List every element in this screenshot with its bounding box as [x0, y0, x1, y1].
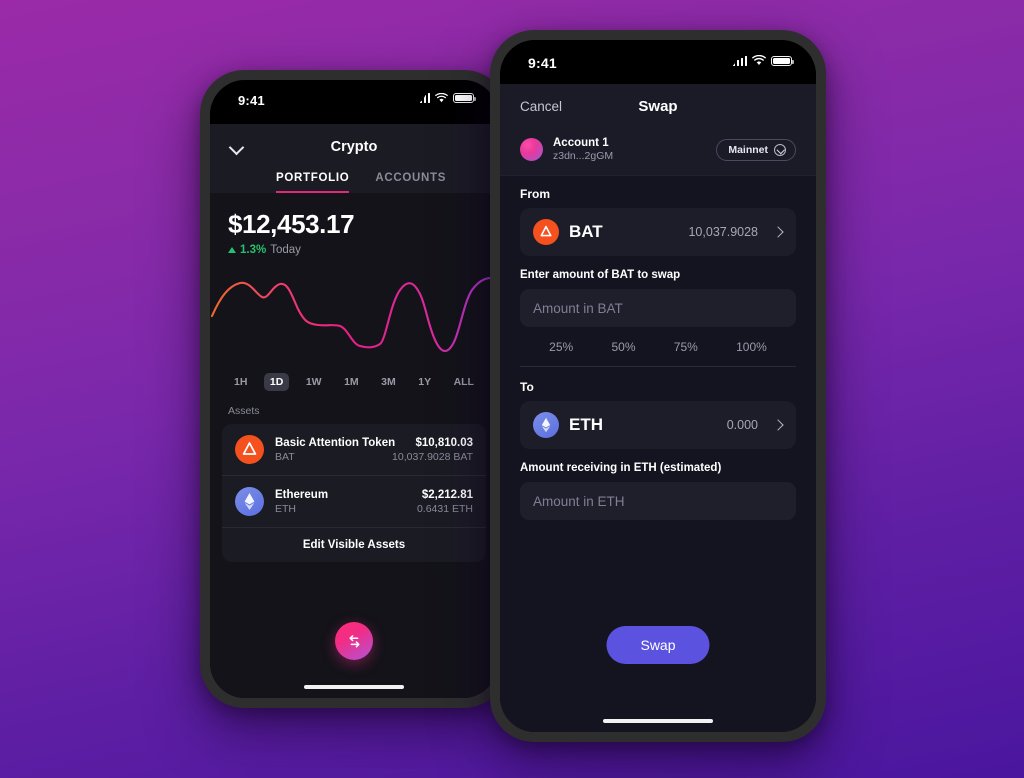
percent-25-button[interactable]: 25% [549, 340, 573, 354]
page-title: Swap [638, 97, 678, 115]
asset-quantity: 0.6431 ETH [416, 502, 473, 515]
from-amount-input[interactable]: Amount in BAT [520, 289, 796, 327]
percent-50-button[interactable]: 50% [611, 340, 635, 354]
battery-icon [771, 55, 794, 66]
swap-nav: Cancel Swap [500, 84, 816, 128]
chevron-right-icon [774, 421, 783, 430]
swap-fab-button[interactable] [335, 622, 373, 660]
eth-coin-icon [235, 487, 264, 516]
table-row[interactable]: Basic Attention Token BAT $10,810.03 10,… [222, 424, 486, 475]
eth-coin-icon [533, 412, 559, 438]
asset-values: $2,212.81 0.6431 ETH [417, 489, 473, 515]
portfolio-tabs: PORTFOLIO ACCOUNTS [226, 162, 482, 193]
network-label: Mainnet [728, 143, 768, 156]
from-token-balance: 10,037.9028 [688, 225, 758, 239]
account-address: z3dn...2gGM [553, 150, 614, 162]
from-label: From [520, 187, 550, 201]
range-1w[interactable]: 1W [300, 373, 328, 391]
range-1h[interactable]: 1H [228, 373, 253, 391]
portfolio-screen: 9:41 Crypto PORTFOLIO ACCOUNTS $12,453.1… [210, 80, 498, 698]
home-indicator [603, 719, 713, 723]
tab-portfolio[interactable]: PORTFOLIO [276, 172, 350, 193]
assets-card: Basic Attention Token BAT $10,810.03 10,… [222, 424, 486, 562]
portfolio-body: Crypto PORTFOLIO ACCOUNTS $12,453.17 1.3… [210, 124, 498, 698]
from-token-selector[interactable]: BAT 10,037.9028 [520, 208, 796, 256]
asset-symbol: ETH [275, 502, 296, 515]
phone-swap: 9:41 Cancel Swap Account 1 z3dn...2gGM M… [490, 30, 826, 742]
balance-section: $12,453.17 1.3% Today [210, 193, 498, 256]
from-token-symbol: BAT [569, 222, 603, 241]
swap-screen: 9:41 Cancel Swap Account 1 z3dn...2gGM M… [500, 40, 816, 732]
portfolio-nav: Crypto PORTFOLIO ACCOUNTS [210, 124, 498, 193]
range-selector: 1H 1D 1W 1M 3M 1Y ALL [210, 369, 498, 391]
asset-name: Basic Attention Token [275, 436, 396, 449]
to-label: To [520, 380, 534, 394]
asset-names: Basic Attention Token BAT [275, 436, 396, 463]
to-amount-input[interactable]: Amount in ETH [520, 482, 796, 520]
swap-body: Cancel Swap Account 1 z3dn...2gGM Mainne… [500, 84, 816, 732]
chevron-down-circle-icon [774, 143, 786, 156]
status-icons [732, 55, 794, 66]
range-3m[interactable]: 3M [375, 373, 402, 391]
asset-values: $10,810.03 10,037.9028 BAT [392, 437, 473, 463]
percent-100-button[interactable]: 100% [736, 340, 767, 354]
triangle-up-icon [228, 247, 236, 253]
wifi-icon [752, 55, 766, 66]
asset-symbol: BAT [275, 450, 295, 463]
chart-line [210, 276, 498, 353]
percent-shortcuts: 25% 50% 75% 100% [520, 327, 796, 366]
status-bar: 9:41 [500, 40, 816, 84]
asset-names: Ethereum ETH [275, 489, 406, 515]
bat-coin-icon [533, 219, 559, 245]
to-token-selector[interactable]: ETH 0.000 [520, 401, 796, 449]
from-input-label: Enter amount of BAT to swap [520, 269, 681, 281]
swap-arrows-icon [348, 634, 360, 647]
status-clock: 9:41 [238, 93, 265, 108]
page-title: Crypto [330, 139, 378, 155]
battery-icon [453, 93, 476, 103]
network-selector[interactable]: Mainnet [716, 138, 796, 161]
to-token-balance: 0.000 [726, 418, 758, 432]
notch [577, 40, 739, 70]
account-name: Account 1 [553, 137, 609, 149]
asset-fiat-value: $10,810.03 [415, 436, 473, 449]
phone-portfolio: 9:41 Crypto PORTFOLIO ACCOUNTS $12,453.1… [200, 70, 508, 708]
account-names: Account 1 z3dn...2gGM [553, 137, 706, 162]
swap-submit-button[interactable]: Swap [606, 626, 710, 664]
range-1d[interactable]: 1D [263, 373, 290, 391]
balance-change-period: Today [270, 244, 301, 256]
section-divider [520, 366, 796, 367]
to-token-symbol: ETH [569, 415, 603, 434]
percent-75-button[interactable]: 75% [674, 340, 698, 354]
balance-change-pct: 1.3% [240, 244, 267, 256]
bat-coin-icon [235, 435, 264, 464]
asset-fiat-value: $2,212.81 [421, 488, 473, 501]
chevron-right-icon [774, 228, 783, 237]
range-1m[interactable]: 1M [338, 373, 365, 391]
status-clock: 9:41 [528, 55, 557, 71]
portfolio-chart [210, 264, 498, 369]
balance-amount: $12,453.17 [228, 209, 355, 239]
swap-content: From BAT 10,037.9028 Enter amount of BAT… [500, 176, 816, 520]
assets-label: Assets [228, 405, 260, 417]
account-row[interactable]: Account 1 z3dn...2gGM Mainnet [500, 128, 816, 176]
home-indicator [304, 685, 404, 689]
asset-name: Ethereum [275, 488, 329, 501]
account-avatar-icon [520, 138, 543, 161]
status-bar: 9:41 [210, 80, 498, 124]
balance-change-row: 1.3% Today [228, 244, 480, 256]
asset-quantity: 10,037.9028 BAT [392, 450, 473, 463]
wifi-icon [435, 93, 448, 103]
to-input-label: Amount receiving in ETH (estimated) [520, 462, 722, 474]
portfolio-nav-row: Crypto [226, 132, 482, 162]
range-all[interactable]: ALL [448, 373, 480, 391]
tab-accounts[interactable]: ACCOUNTS [375, 172, 446, 193]
edit-visible-assets-button[interactable]: Edit Visible Assets [222, 527, 486, 562]
range-1y[interactable]: 1Y [412, 373, 437, 391]
notch [281, 80, 427, 106]
table-row[interactable]: Ethereum ETH $2,212.81 0.6431 ETH [222, 475, 486, 527]
